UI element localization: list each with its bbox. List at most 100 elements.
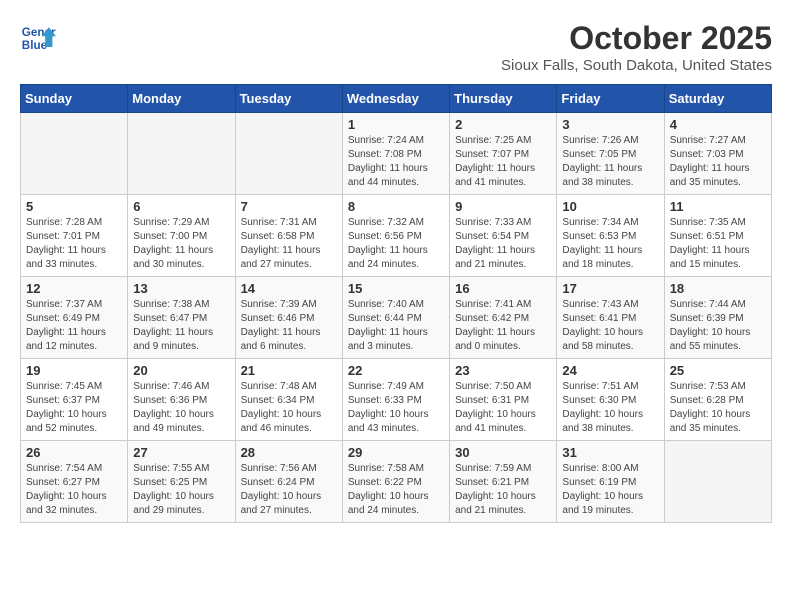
calendar-cell: 14 Sunrise: 7:39 AMSunset: 6:46 PMDayligh… [235, 277, 342, 359]
day-info: Sunrise: 7:24 AMSunset: 7:08 PMDaylight:… [348, 134, 444, 190]
day-info: Sunrise: 7:34 AMSunset: 6:53 PMDaylight:… [562, 216, 658, 272]
calendar-cell: 12Sunrise: 7:37 AMSunset: 6:49 PMDayligh… [21, 277, 128, 359]
day-info: Sunrise: 7:50 AMSunset: 6:31 PMDaylight:… [455, 380, 551, 436]
week-row-2: 5Sunrise: 7:28 AMSunset: 7:01 PMDaylight… [21, 195, 772, 277]
day-info: Sunrise: 7:32 AMSunset: 6:56 PMDaylight:… [348, 216, 444, 272]
day-number: 19 [26, 363, 122, 378]
calendar-cell: 29 Sunrise: 7:58 AMSunset: 6:22 PMDayligh… [342, 441, 449, 523]
calendar-cell [21, 113, 128, 195]
calendar-table: SundayMondayTuesdayWednesdayThursdayFrid… [20, 84, 772, 523]
week-row-5: 26 Sunrise: 7:54 AMSunset: 6:27 PMDayligh… [21, 441, 772, 523]
day-number: 17 [562, 281, 658, 296]
day-number: 9 [455, 199, 551, 214]
calendar-cell: 18 Sunrise: 7:44 AMSunset: 6:39 PMDayligh… [664, 277, 771, 359]
day-info: Sunrise: 7:33 AMSunset: 6:54 PMDaylight:… [455, 216, 551, 272]
day-info: Sunrise: 7:27 AMSunset: 7:03 PMDaylight:… [670, 134, 766, 190]
calendar-cell: 5Sunrise: 7:28 AMSunset: 7:01 PMDaylight… [21, 195, 128, 277]
calendar-cell: 6Sunrise: 7:29 AMSunset: 7:00 PMDaylight… [128, 195, 235, 277]
day-info: Sunrise: 7:54 AMSunset: 6:27 PMDaylight:… [26, 462, 122, 518]
day-info: Sunrise: 7:53 AMSunset: 6:28 PMDaylight:… [670, 380, 766, 436]
day-number: 11 [670, 199, 766, 214]
day-number: 12 [26, 281, 122, 296]
day-number: 25 [670, 363, 766, 378]
day-info: Sunrise: 7:58 AMSunset: 6:22 PMDaylight:… [348, 462, 444, 518]
calendar-cell: 8 Sunrise: 7:32 AMSunset: 6:56 PMDaylight… [342, 195, 449, 277]
day-number: 23 [455, 363, 551, 378]
calendar-cell: 30 Sunrise: 7:59 AMSunset: 6:21 PMDayligh… [450, 441, 557, 523]
calendar-cell: 25 Sunrise: 7:53 AMSunset: 6:28 PMDayligh… [664, 359, 771, 441]
calendar-cell: 2Sunrise: 7:25 AMSunset: 7:07 PMDaylight… [450, 113, 557, 195]
calendar-cell: 20 Sunrise: 7:46 AMSunset: 6:36 PMDayligh… [128, 359, 235, 441]
calendar-cell: 21 Sunrise: 7:48 AMSunset: 6:34 PMDayligh… [235, 359, 342, 441]
day-info: Sunrise: 7:44 AMSunset: 6:39 PMDaylight:… [670, 298, 766, 354]
day-number: 31 [562, 445, 658, 460]
calendar-cell [664, 441, 771, 523]
day-header-sunday: Sunday [21, 85, 128, 113]
day-number: 26 [26, 445, 122, 460]
day-number: 24 [562, 363, 658, 378]
calendar-cell: 10Sunrise: 7:34 AMSunset: 6:53 PMDayligh… [557, 195, 664, 277]
day-number: 15 [348, 281, 444, 296]
page-header: General Blue October 2025 Sioux Falls, S… [20, 20, 772, 74]
calendar-cell: 27 Sunrise: 7:55 AMSunset: 6:25 PMDayligh… [128, 441, 235, 523]
day-number: 27 [133, 445, 229, 460]
calendar-cell [128, 113, 235, 195]
day-number: 28 [241, 445, 337, 460]
day-number: 8 [348, 199, 444, 214]
day-info: Sunrise: 7:41 AMSunset: 6:42 PMDaylight:… [455, 298, 551, 354]
day-header-thursday: Thursday [450, 85, 557, 113]
calendar-cell: 7 Sunrise: 7:31 AMSunset: 6:58 PMDaylight… [235, 195, 342, 277]
svg-text:Blue: Blue [22, 39, 48, 52]
calendar-cell: 22Sunrise: 7:49 AMSunset: 6:33 PMDayligh… [342, 359, 449, 441]
calendar-subtitle: Sioux Falls, South Dakota, United States [501, 57, 772, 74]
day-info: Sunrise: 7:43 AMSunset: 6:41 PMDaylight:… [562, 298, 658, 354]
day-info: Sunrise: 7:59 AMSunset: 6:21 PMDaylight:… [455, 462, 551, 518]
calendar-cell [235, 113, 342, 195]
calendar-cell: 9 Sunrise: 7:33 AMSunset: 6:54 PMDaylight… [450, 195, 557, 277]
calendar-cell: 23 Sunrise: 7:50 AMSunset: 6:31 PMDayligh… [450, 359, 557, 441]
calendar-cell: 11 Sunrise: 7:35 AMSunset: 6:51 PMDayligh… [664, 195, 771, 277]
day-number: 21 [241, 363, 337, 378]
day-info: Sunrise: 7:39 AMSunset: 6:46 PMDaylight:… [241, 298, 337, 354]
day-info: Sunrise: 7:40 AMSunset: 6:44 PMDaylight:… [348, 298, 444, 354]
calendar-cell: 28Sunrise: 7:56 AMSunset: 6:24 PMDayligh… [235, 441, 342, 523]
logo: General Blue [20, 20, 56, 56]
calendar-cell: 16 Sunrise: 7:41 AMSunset: 6:42 PMDayligh… [450, 277, 557, 359]
calendar-title: October 2025 [501, 20, 772, 57]
day-number: 13 [133, 281, 229, 296]
days-header-row: SundayMondayTuesdayWednesdayThursdayFrid… [21, 85, 772, 113]
day-number: 14 [241, 281, 337, 296]
day-number: 29 [348, 445, 444, 460]
title-block: October 2025 Sioux Falls, South Dakota, … [501, 20, 772, 74]
day-number: 16 [455, 281, 551, 296]
day-number: 5 [26, 199, 122, 214]
day-number: 20 [133, 363, 229, 378]
calendar-cell: 15 Sunrise: 7:40 AMSunset: 6:44 PMDayligh… [342, 277, 449, 359]
day-number: 18 [670, 281, 766, 296]
calendar-cell: 1 Sunrise: 7:24 AMSunset: 7:08 PMDaylight… [342, 113, 449, 195]
day-number: 2 [455, 117, 551, 132]
day-header-friday: Friday [557, 85, 664, 113]
calendar-cell: 31 Sunrise: 8:00 AMSunset: 6:19 PMDayligh… [557, 441, 664, 523]
day-number: 6 [133, 199, 229, 214]
calendar-cell: 19Sunrise: 7:45 AMSunset: 6:37 PMDayligh… [21, 359, 128, 441]
day-header-monday: Monday [128, 85, 235, 113]
day-info: Sunrise: 7:35 AMSunset: 6:51 PMDaylight:… [670, 216, 766, 272]
calendar-cell: 13 Sunrise: 7:38 AMSunset: 6:47 PMDayligh… [128, 277, 235, 359]
day-info: Sunrise: 7:31 AMSunset: 6:58 PMDaylight:… [241, 216, 337, 272]
calendar-cell: 4Sunrise: 7:27 AMSunset: 7:03 PMDaylight… [664, 113, 771, 195]
day-info: Sunrise: 8:00 AMSunset: 6:19 PMDaylight:… [562, 462, 658, 518]
day-info: Sunrise: 7:55 AMSunset: 6:25 PMDaylight:… [133, 462, 229, 518]
day-number: 1 [348, 117, 444, 132]
week-row-1: 1 Sunrise: 7:24 AMSunset: 7:08 PMDaylight… [21, 113, 772, 195]
day-number: 7 [241, 199, 337, 214]
day-number: 3 [562, 117, 658, 132]
day-info: Sunrise: 7:48 AMSunset: 6:34 PMDaylight:… [241, 380, 337, 436]
day-info: Sunrise: 7:38 AMSunset: 6:47 PMDaylight:… [133, 298, 229, 354]
day-number: 30 [455, 445, 551, 460]
day-header-tuesday: Tuesday [235, 85, 342, 113]
day-info: Sunrise: 7:46 AMSunset: 6:36 PMDaylight:… [133, 380, 229, 436]
day-header-wednesday: Wednesday [342, 85, 449, 113]
day-number: 22 [348, 363, 444, 378]
day-header-saturday: Saturday [664, 85, 771, 113]
